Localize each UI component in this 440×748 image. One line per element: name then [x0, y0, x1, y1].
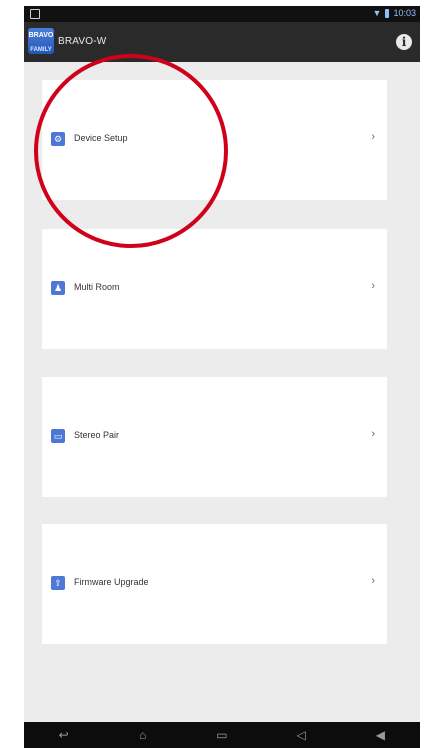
recent-apps-icon[interactable]: ▭ — [207, 728, 237, 742]
menu-item-firmware-upgrade[interactable]: ⇪ Firmware Upgrade › — [42, 524, 387, 644]
notification-icon — [30, 9, 40, 19]
app-logo-text: BRAVO — [28, 32, 54, 39]
gear-icon: ⚙ — [51, 132, 65, 146]
menu-item-label: Multi Room — [74, 282, 120, 292]
menu-item-label: Firmware Upgrade — [74, 577, 149, 587]
info-icon[interactable]: i — [396, 34, 412, 50]
status-time: 10:03 — [393, 8, 416, 18]
menu-item-device-setup[interactable]: ⚙ Device Setup › — [42, 80, 387, 200]
device-screen: ▼ 10:03 BRAVO FAMILY BRAVO-W i ⚙ Device … — [24, 6, 420, 748]
menu-item-stereo-pair[interactable]: ▭ Stereo Pair › — [42, 377, 387, 497]
navigation-bar: ↩ ⌂ ▭ ◁ ◀ — [24, 722, 420, 748]
status-right: ▼ 10:03 — [373, 8, 416, 18]
menu-item-multi-room[interactable]: ♟ Multi Room › — [42, 229, 387, 349]
menu-list: ⚙ Device Setup › ♟ Multi Room › ▭ Stereo… — [24, 62, 420, 722]
speaker-pair-icon: ▭ — [51, 429, 65, 443]
chevron-right-icon: › — [371, 280, 375, 292]
menu-item-label: Device Setup — [74, 133, 128, 143]
app-logo-subtext: FAMILY — [30, 47, 52, 53]
action-bar: BRAVO FAMILY BRAVO-W i — [24, 22, 420, 62]
app-title: BRAVO-W — [58, 36, 107, 47]
back-icon[interactable]: ↩ — [49, 728, 79, 742]
volume-up-icon[interactable]: ◀ — [365, 728, 395, 742]
menu-item-label: Stereo Pair — [74, 430, 120, 440]
people-icon: ♟ — [51, 281, 65, 295]
home-icon[interactable]: ⌂ — [128, 728, 158, 742]
battery-icon — [385, 8, 390, 18]
status-bar: ▼ 10:03 — [24, 6, 420, 22]
chevron-right-icon: › — [371, 428, 375, 440]
volume-down-icon[interactable]: ◁ — [286, 728, 316, 742]
chevron-right-icon: › — [371, 575, 375, 587]
wifi-icon: ▼ — [372, 8, 382, 18]
upload-icon: ⇪ — [51, 576, 65, 590]
app-logo: BRAVO FAMILY — [28, 28, 54, 54]
chevron-right-icon: › — [371, 131, 375, 143]
